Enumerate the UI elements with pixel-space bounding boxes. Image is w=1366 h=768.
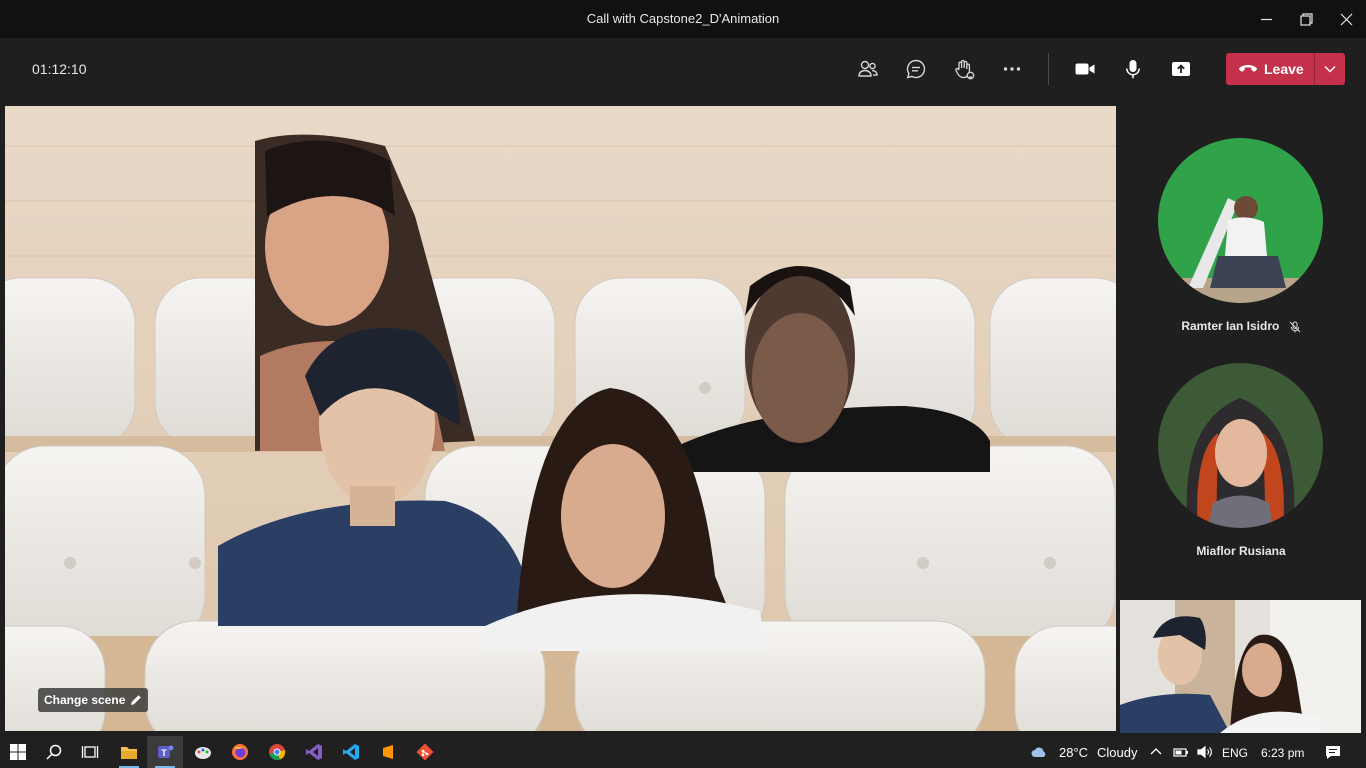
participant-name-row: Ramter Ian Isidro xyxy=(1116,319,1366,333)
pencil-icon xyxy=(131,695,142,705)
restore-icon xyxy=(1299,12,1313,26)
more-actions-button[interactable] xyxy=(998,55,1026,83)
firefox-icon xyxy=(232,744,248,760)
raise-hand-icon xyxy=(955,59,975,80)
change-scene-label: Change scene xyxy=(44,693,126,707)
weather-temperature[interactable]: 28°C xyxy=(1059,745,1088,760)
participant-photo xyxy=(1158,363,1323,528)
minimize-icon xyxy=(1260,18,1272,20)
file-explorer-icon xyxy=(121,747,137,759)
visual-studio-taskbar-button[interactable] xyxy=(296,736,332,768)
share-screen-icon xyxy=(1172,62,1190,76)
window-title-bar: Call with Capstone2_D'Animation xyxy=(0,0,1366,38)
cloud-icon xyxy=(1031,747,1046,757)
leave-call-button[interactable]: Leave xyxy=(1226,53,1345,85)
participant-name: Miaflor Rusiana xyxy=(1196,544,1286,558)
chrome-taskbar-button[interactable] xyxy=(259,736,295,768)
self-video-preview[interactable] xyxy=(1120,600,1361,733)
participant-name: Ramter Ian Isidro xyxy=(1181,319,1280,333)
raise-hand-button[interactable] xyxy=(950,55,978,83)
volume-icon xyxy=(1197,745,1212,759)
git-icon xyxy=(416,743,434,761)
avatar xyxy=(1158,363,1323,528)
svg-text:T: T xyxy=(161,748,167,758)
call-timer: 01:12:10 xyxy=(32,61,87,77)
weather-widget-icon-button[interactable] xyxy=(1022,736,1056,768)
people-icon xyxy=(858,60,878,77)
close-icon xyxy=(1340,13,1352,25)
task-view-button[interactable] xyxy=(72,736,108,768)
auditorium-scene-image xyxy=(5,106,1116,731)
battery-button[interactable] xyxy=(1170,736,1192,768)
volume-button[interactable] xyxy=(1194,736,1216,768)
taskbar-search-button[interactable] xyxy=(36,736,72,768)
together-mode-stage: Change scene xyxy=(5,106,1116,731)
toolbar-divider xyxy=(1048,53,1049,85)
microphone-icon xyxy=(1126,60,1140,79)
show-conversation-button[interactable] xyxy=(902,55,930,83)
camera-icon xyxy=(1075,63,1095,75)
chat-icon xyxy=(906,59,926,79)
battery-icon xyxy=(1173,748,1188,757)
input-language[interactable]: ENG xyxy=(1222,746,1248,760)
task-view-icon xyxy=(81,746,99,758)
meeting-toolbar: 01:12:10 Leave xyxy=(0,38,1366,100)
minimize-button[interactable] xyxy=(1246,0,1286,38)
camera-toggle-button[interactable] xyxy=(1071,55,1099,83)
vscode-taskbar-button[interactable] xyxy=(333,736,369,768)
leave-button-main[interactable]: Leave xyxy=(1226,53,1314,85)
microphone-toggle-button[interactable] xyxy=(1119,55,1147,83)
visual-studio-icon xyxy=(306,744,322,760)
firefox-taskbar-button[interactable] xyxy=(222,736,258,768)
search-icon xyxy=(46,744,62,760)
start-button[interactable] xyxy=(0,736,36,768)
close-window-button[interactable] xyxy=(1326,0,1366,38)
self-video-feed xyxy=(1120,600,1361,733)
show-participants-button[interactable] xyxy=(854,55,882,83)
more-options-icon xyxy=(1003,67,1021,71)
leave-options-dropdown[interactable] xyxy=(1315,65,1345,73)
muted-mic-icon xyxy=(1289,321,1301,333)
change-scene-button[interactable]: Change scene xyxy=(38,688,149,712)
paint-icon xyxy=(195,747,211,759)
chevron-up-icon xyxy=(1150,748,1162,755)
chrome-icon xyxy=(269,744,286,760)
windows-taskbar: T 28°C Cloudy ENG 6:23 pm xyxy=(0,736,1366,768)
notifications-icon xyxy=(1326,746,1340,759)
restore-button[interactable] xyxy=(1286,0,1326,38)
share-content-button[interactable] xyxy=(1167,55,1195,83)
participants-panel: Ramter Ian Isidro Miaflor Rusiana xyxy=(1116,100,1366,736)
teams-taskbar-button[interactable]: T xyxy=(147,736,183,768)
sublime-text-icon xyxy=(383,745,393,759)
clock-time[interactable]: 6:23 pm xyxy=(1261,746,1304,760)
sublime-taskbar-button[interactable] xyxy=(370,736,406,768)
participant-photo xyxy=(1158,138,1323,303)
show-hidden-icons-button[interactable] xyxy=(1146,736,1166,768)
avatar xyxy=(1158,138,1323,303)
leave-label: Leave xyxy=(1264,61,1304,77)
teams-icon: T xyxy=(158,745,174,758)
paint-taskbar-button[interactable] xyxy=(185,736,221,768)
action-center-button[interactable] xyxy=(1318,736,1348,768)
vscode-icon xyxy=(343,744,359,760)
participant-name-row: Miaflor Rusiana xyxy=(1116,544,1366,558)
weather-description[interactable]: Cloudy xyxy=(1097,745,1137,760)
file-explorer-button[interactable] xyxy=(111,736,147,768)
window-title: Call with Capstone2_D'Animation xyxy=(586,11,780,26)
git-taskbar-button[interactable] xyxy=(407,736,443,768)
hang-up-icon xyxy=(1239,65,1257,72)
chevron-down-icon xyxy=(1324,65,1336,73)
windows-start-icon xyxy=(10,744,26,760)
